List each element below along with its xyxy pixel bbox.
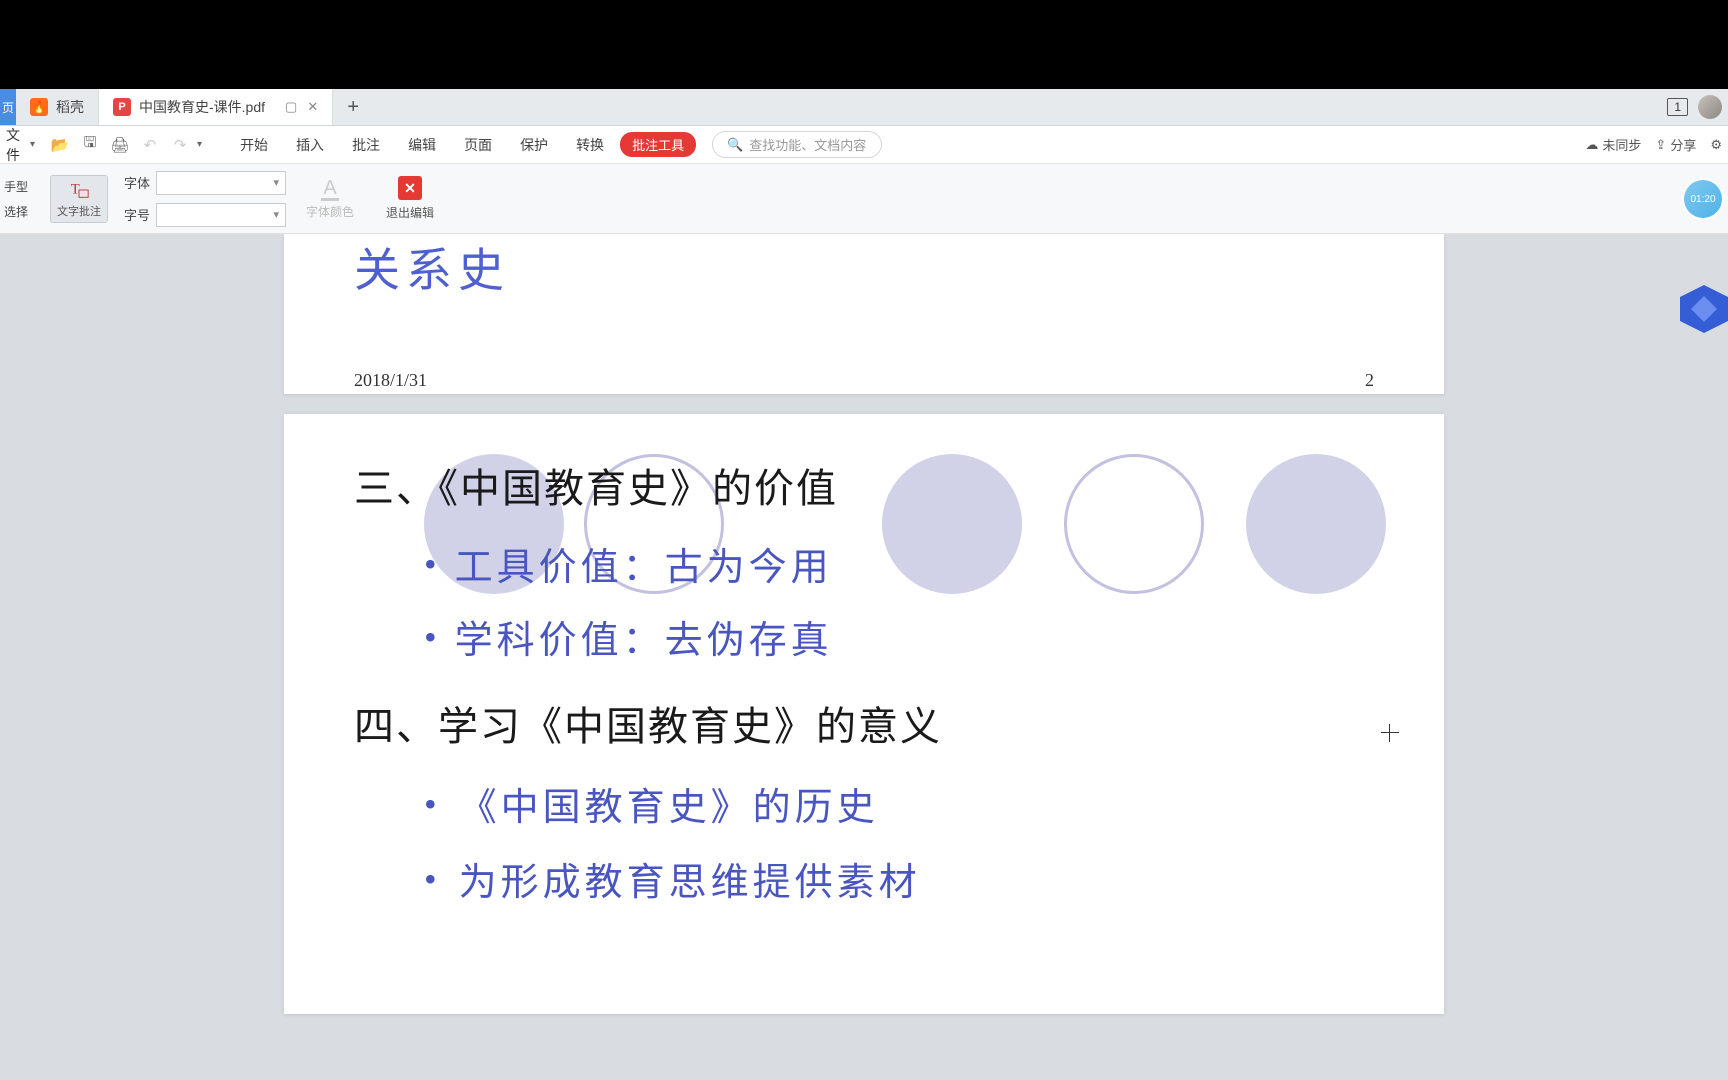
font-color-a-icon: A (321, 178, 338, 201)
redo-icon[interactable]: ↷ (167, 132, 193, 158)
font-label: 字体 (124, 173, 150, 192)
text-annotation-icon: T 文字批注 (50, 175, 108, 223)
cloud-icon: ☁ (1585, 137, 1598, 153)
exit-edit-label: 退出编辑 (386, 204, 434, 221)
heading-4: 四、学习《中国教育史》的意义 (354, 694, 1374, 752)
menu-page[interactable]: 页面 (452, 131, 504, 159)
file-menu[interactable]: 文件 (6, 125, 26, 165)
tab-bar-right: 1 (1667, 89, 1722, 125)
qat-more-icon[interactable]: ▾ (197, 139, 202, 150)
menu-insert[interactable]: 插入 (284, 131, 336, 159)
tab-document-label: 中国教育史-课件.pdf (139, 97, 265, 117)
timer-badge[interactable]: 01:20 (1684, 180, 1722, 218)
close-icon: ✕ (398, 176, 422, 200)
page-title-fragment: 关系史 (354, 234, 1374, 300)
font-color-button[interactable]: A 字体颜色 (300, 178, 360, 220)
select-mode[interactable]: 选择 (4, 203, 28, 220)
page-footer: 2018/1/31 2 (354, 370, 1374, 391)
undo-icon[interactable]: ↶ (137, 132, 163, 158)
menu-edit[interactable]: 编辑 (396, 131, 448, 159)
bullet-4b: 为形成教育思维提供素材 (424, 851, 1374, 906)
flame-icon: 🔥 (30, 98, 48, 116)
menu-start[interactable]: 开始 (228, 131, 280, 159)
menu-bar: 文件 ▾ 📂 🖫 🖨 ↶ ↷ ▾ 开始 插入 批注 编辑 页面 保护 转换 批注… (0, 126, 1728, 164)
tab-home[interactable]: 🔥 稻壳 (16, 89, 99, 125)
tab-add-button[interactable]: + (333, 89, 373, 125)
font-color-label: 字体颜色 (306, 203, 354, 220)
chevron-down-icon[interactable]: ▾ (30, 139, 35, 150)
letterbox-top (0, 0, 1728, 89)
size-select[interactable]: ▾ (156, 203, 286, 227)
pdf-page-2: 关系史 2018/1/31 2 (284, 234, 1444, 394)
font-select[interactable]: ▾ (156, 171, 286, 195)
size-label: 字号 (124, 205, 150, 224)
document-viewport[interactable]: 关系史 2018/1/31 2 三、《中国教育史》的价值 工具价值：古为今用 学… (0, 234, 1728, 1080)
app-window: 页 🔥 稻壳 P 中国教育史-课件.pdf ▢ ✕ + 1 文件 ▾ 📂 🖫 🖨… (0, 89, 1728, 1080)
tab-document[interactable]: P 中国教育史-课件.pdf ▢ ✕ (99, 89, 333, 125)
share-label: 分享 (1670, 135, 1696, 154)
folder-open-icon[interactable]: 📂 (47, 132, 73, 158)
bullet-4a: 《中国教育史》的历史 (424, 776, 1374, 831)
heading-3: 三、《中国教育史》的价值 (354, 456, 1374, 514)
search-input[interactable]: 🔍 查找功能、文档内容 (712, 131, 882, 158)
print-icon[interactable]: 🖨 (107, 132, 133, 158)
tab-close-icon[interactable]: ✕ (307, 99, 318, 115)
svg-text:T: T (71, 181, 80, 197)
bullet-3b: 学科价值：去伪存真 (424, 609, 1374, 664)
pdf-icon: P (113, 98, 131, 116)
avatar[interactable] (1698, 95, 1722, 119)
save-icon[interactable]: 🖫 (77, 132, 103, 158)
font-controls: 字体 ▾ 字号 ▾ (124, 171, 286, 227)
tab-nav-prev[interactable]: 页 (0, 89, 16, 125)
menu-protect[interactable]: 保护 (508, 131, 560, 159)
pdf-page-3: 三、《中国教育史》的价值 工具价值：古为今用 学科价值：去伪存真 四、学习《中国… (284, 414, 1444, 1014)
tab-window-icon[interactable]: ▢ (285, 99, 297, 115)
search-icon: 🔍 (727, 137, 743, 153)
menu-convert[interactable]: 转换 (564, 131, 616, 159)
tab-bar: 页 🔥 稻壳 P 中国教育史-课件.pdf ▢ ✕ + 1 (0, 89, 1728, 126)
tool-mode-selector: 手型 选择 (4, 178, 34, 220)
text-annotation-label: 文字批注 (57, 203, 101, 219)
menu-right: ☁ 未同步 ⇪ 分享 ⚙ (1585, 135, 1722, 154)
share-icon: ⇪ (1655, 137, 1666, 153)
text-cursor-crosshair (1381, 724, 1399, 742)
toolbar: 手型 选择 T 文字批注 字体 ▾ 字号 ▾ A 字体颜色 ✕ 退出编辑 (0, 164, 1728, 234)
exit-edit-button[interactable]: ✕ 退出编辑 (386, 176, 434, 221)
page-number: 2 (1365, 370, 1374, 391)
slide-content: 三、《中国教育史》的价值 工具价值：古为今用 学科价值：去伪存真 四、学习《中国… (354, 456, 1374, 906)
text-annotation-tool[interactable]: T 文字批注 (48, 175, 110, 223)
menu-annotate[interactable]: 批注 (340, 131, 392, 159)
search-placeholder: 查找功能、文档内容 (749, 135, 866, 154)
tab-home-label: 稻壳 (56, 97, 84, 117)
sync-label: 未同步 (1602, 135, 1641, 154)
sync-status[interactable]: ☁ 未同步 (1585, 135, 1641, 154)
hand-mode[interactable]: 手型 (4, 178, 28, 195)
window-counter[interactable]: 1 (1667, 98, 1688, 116)
share-button[interactable]: ⇪ 分享 (1655, 135, 1696, 154)
settings-icon[interactable]: ⚙ (1710, 137, 1722, 153)
bullet-3a: 工具价值：古为今用 (424, 536, 1374, 591)
page-date: 2018/1/31 (354, 370, 427, 391)
menu-annotation-tools[interactable]: 批注工具 (620, 132, 696, 157)
widget-diamond-icon (1691, 296, 1717, 322)
tab-actions: ▢ ✕ (285, 99, 318, 115)
